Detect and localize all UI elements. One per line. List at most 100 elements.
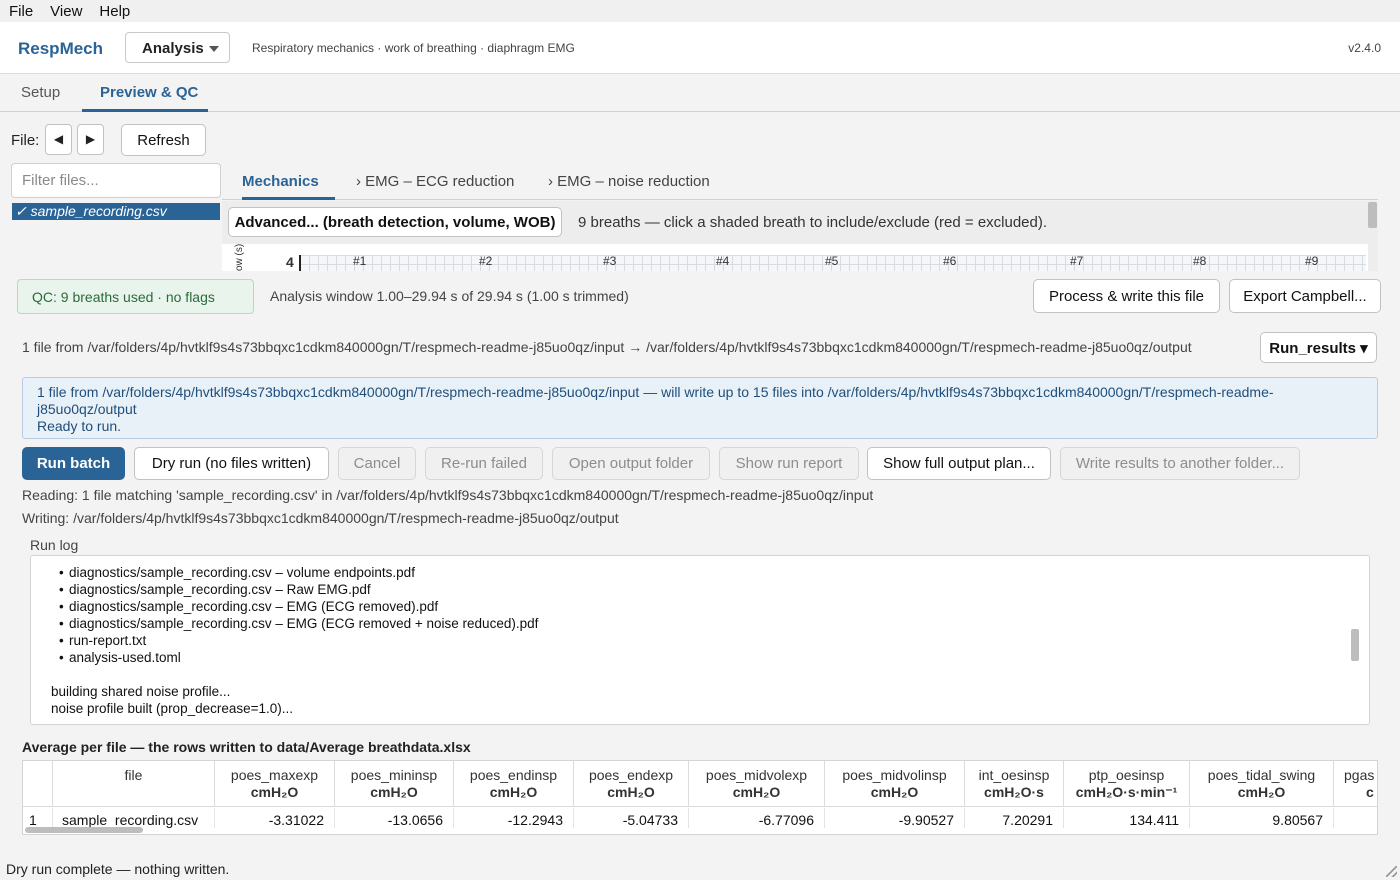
log-line: run-report.txt bbox=[69, 633, 147, 648]
table-cell[interactable]: -3.31022 bbox=[215, 808, 335, 828]
column-header-label: pgas bbox=[1344, 767, 1375, 783]
tab-setup[interactable]: Setup bbox=[21, 84, 60, 101]
log-line: diagnostics/sample_recording.csv – volum… bbox=[69, 565, 415, 580]
active-tab-indicator bbox=[82, 109, 208, 112]
column-header-unit: c bbox=[1366, 784, 1374, 800]
column-header-unit: cmH₂O bbox=[1237, 784, 1286, 800]
column-header-label: poes_midvolinsp bbox=[842, 767, 947, 783]
subtab-emg-noise-reduction[interactable]: › EMG – noise reduction bbox=[548, 173, 710, 190]
breath-hint-text: 9 breaths — click a shaded breath to inc… bbox=[578, 214, 1048, 231]
column-header-label: poes_tidal_swing bbox=[1207, 767, 1316, 783]
run-log-label: Run log bbox=[30, 537, 79, 553]
column-header-label: ptp_oesinsp bbox=[1088, 767, 1165, 783]
table-cell[interactable]: -5.04733 bbox=[574, 808, 689, 828]
menu-help[interactable]: Help bbox=[99, 3, 130, 20]
bullet-icon: • bbox=[59, 599, 64, 614]
menu-file[interactable]: File bbox=[9, 3, 33, 20]
column-header-poes-endinsp[interactable]: poes_endinsp cmH₂O bbox=[454, 761, 574, 807]
status-bar-text: Dry run complete — nothing written. bbox=[6, 861, 230, 877]
column-header-poes-maxexp[interactable]: poes_maxexp cmH₂O bbox=[215, 761, 335, 807]
table-cell[interactable]: -12.2943 bbox=[454, 808, 574, 828]
breath-label-8[interactable]: #8 bbox=[1193, 254, 1206, 268]
table-horizontal-scrollbar[interactable] bbox=[25, 827, 143, 833]
open-output-folder-button[interactable]: Open output folder bbox=[552, 447, 710, 480]
resize-grip-icon[interactable] bbox=[1386, 866, 1397, 877]
batch-info-line: 1 file from /var/folders/4p/hvtklf9s4s73… bbox=[37, 384, 1274, 417]
column-header-pgas[interactable]: pgas c bbox=[1334, 761, 1377, 807]
write-another-folder-button[interactable]: Write results to another folder... bbox=[1060, 447, 1300, 480]
column-header-ptp-oesinsp[interactable]: ptp_oesinsp cmH₂O·s·min⁻¹ bbox=[1064, 761, 1190, 807]
run-batch-button[interactable]: Run batch bbox=[22, 447, 125, 480]
process-write-button[interactable]: Process & write this file bbox=[1033, 279, 1220, 313]
mode-select[interactable]: Analysis bbox=[125, 32, 230, 63]
table-cell[interactable]: 7.20291 bbox=[965, 808, 1064, 828]
log-line: diagnostics/sample_recording.csv – EMG (… bbox=[69, 616, 539, 631]
column-header-poes-tidal-swing[interactable]: poes_tidal_swing cmH₂O bbox=[1190, 761, 1334, 807]
column-header-int-oesinsp[interactable]: int_oesinsp cmH₂O·s bbox=[965, 761, 1064, 807]
column-header-unit: cmH₂O bbox=[489, 784, 538, 800]
bullet-icon: • bbox=[59, 616, 64, 631]
column-header-label: poes_maxexp bbox=[230, 767, 319, 783]
export-campbell-button[interactable]: Export Campbell... bbox=[1229, 279, 1381, 313]
bullet-icon: • bbox=[59, 565, 64, 580]
file-list-item[interactable]: ✓ sample_recording.csv bbox=[12, 203, 220, 220]
breath-label-3[interactable]: #3 bbox=[603, 254, 616, 268]
average-table[interactable]: file poes_maxexp cmH₂O poes_mininsp cmH₂O … bbox=[22, 760, 1378, 835]
table-cell[interactable]: sample_recording.csv bbox=[53, 808, 215, 828]
subtab-emg-ecg-reduction[interactable]: › EMG – ECG reduction bbox=[356, 173, 514, 190]
subtab-mechanics[interactable]: Mechanics bbox=[242, 173, 319, 190]
breath-plot[interactable]: ow (s) 4 #1 #2 #3 #4 #5 #6 #7 #8 #9 bbox=[222, 244, 1368, 271]
triangle-right-icon: ▶ bbox=[85, 132, 96, 146]
next-file-button[interactable]: ▶ bbox=[77, 124, 104, 155]
breath-label-5[interactable]: #5 bbox=[825, 254, 838, 268]
column-header-unit: cmH₂O bbox=[250, 784, 299, 800]
reading-path-text: Reading: 1 file matching 'sample_recordi… bbox=[22, 487, 874, 503]
column-header-poes-mininsp[interactable]: poes_mininsp cmH₂O bbox=[335, 761, 454, 807]
filter-files-input[interactable] bbox=[11, 163, 221, 198]
breath-label-9[interactable]: #9 bbox=[1305, 254, 1318, 268]
log-line: diagnostics/sample_recording.csv – Raw E… bbox=[69, 582, 371, 597]
cancel-button[interactable]: Cancel bbox=[338, 447, 416, 480]
table-cell[interactable]: -9.90527 bbox=[825, 808, 965, 828]
breath-label-2[interactable]: #2 bbox=[479, 254, 492, 268]
breath-label-7[interactable]: #7 bbox=[1070, 254, 1083, 268]
app-brand: RespMech bbox=[18, 39, 104, 58]
plot-y-axis bbox=[299, 255, 301, 271]
batch-ready-text: Ready to run. bbox=[37, 418, 122, 434]
run-results-dropdown[interactable]: Run_results ▾ bbox=[1260, 332, 1377, 363]
table-cell[interactable]: 134.411 bbox=[1064, 808, 1190, 828]
breath-label-1[interactable]: #1 bbox=[353, 254, 366, 268]
writing-path-text: Writing: /var/folders/4p/hvtklf9s4s73bbq… bbox=[22, 510, 619, 526]
app-header: RespMech Analysis Respiratory mechanics … bbox=[0, 22, 1400, 74]
advanced-settings-button[interactable]: Advanced... (breath detection, volume, W… bbox=[228, 207, 562, 237]
column-header-label: int_oesinsp bbox=[978, 767, 1050, 783]
run-log[interactable]: • diagnostics/sample_recording.csv – vol… bbox=[30, 555, 1370, 725]
bullet-icon: • bbox=[59, 633, 64, 648]
breath-label-4[interactable]: #4 bbox=[716, 254, 729, 268]
log-line: diagnostics/sample_recording.csv – EMG (… bbox=[69, 599, 439, 614]
run-log-scrollbar[interactable] bbox=[1351, 629, 1359, 661]
dry-run-button[interactable]: Dry run (no files written) bbox=[134, 447, 329, 480]
column-header-poes-midvolexp[interactable]: poes_midvolexp cmH₂O bbox=[689, 761, 825, 807]
column-header-file[interactable]: file bbox=[53, 761, 215, 807]
column-header-poes-midvolinsp[interactable]: poes_midvolinsp cmH₂O bbox=[825, 761, 965, 807]
show-run-report-button[interactable]: Show run report bbox=[719, 447, 859, 480]
breath-label-6[interactable]: #6 bbox=[943, 254, 956, 268]
qc-status-badge: QC: 9 breaths used · no flags bbox=[17, 279, 254, 314]
table-cell[interactable] bbox=[1334, 808, 1377, 828]
show-output-plan-button[interactable]: Show full output plan... bbox=[867, 447, 1051, 480]
column-header-label: poes_mininsp bbox=[350, 767, 438, 783]
tab-preview-qc[interactable]: Preview & QC bbox=[100, 84, 198, 101]
panel-scrollbar[interactable] bbox=[1368, 202, 1377, 228]
table-cell[interactable]: -13.0656 bbox=[335, 808, 454, 828]
mechanics-panel: Advanced... (breath detection, volume, W… bbox=[222, 201, 1378, 271]
average-table-title: Average per file — the rows written to d… bbox=[22, 739, 471, 755]
prev-file-button[interactable]: ◀ bbox=[45, 124, 72, 155]
refresh-button[interactable]: Refresh bbox=[121, 124, 206, 156]
table-cell[interactable]: -6.77096 bbox=[689, 808, 825, 828]
column-header-poes-endexp[interactable]: poes_endexp cmH₂O bbox=[574, 761, 689, 807]
menu-view[interactable]: View bbox=[50, 3, 82, 20]
rerun-failed-button[interactable]: Re-run failed bbox=[425, 447, 543, 480]
table-cell[interactable]: 9.80567 bbox=[1190, 808, 1334, 828]
analysis-subtabs: Mechanics › EMG – ECG reduction › EMG – … bbox=[222, 163, 1378, 200]
